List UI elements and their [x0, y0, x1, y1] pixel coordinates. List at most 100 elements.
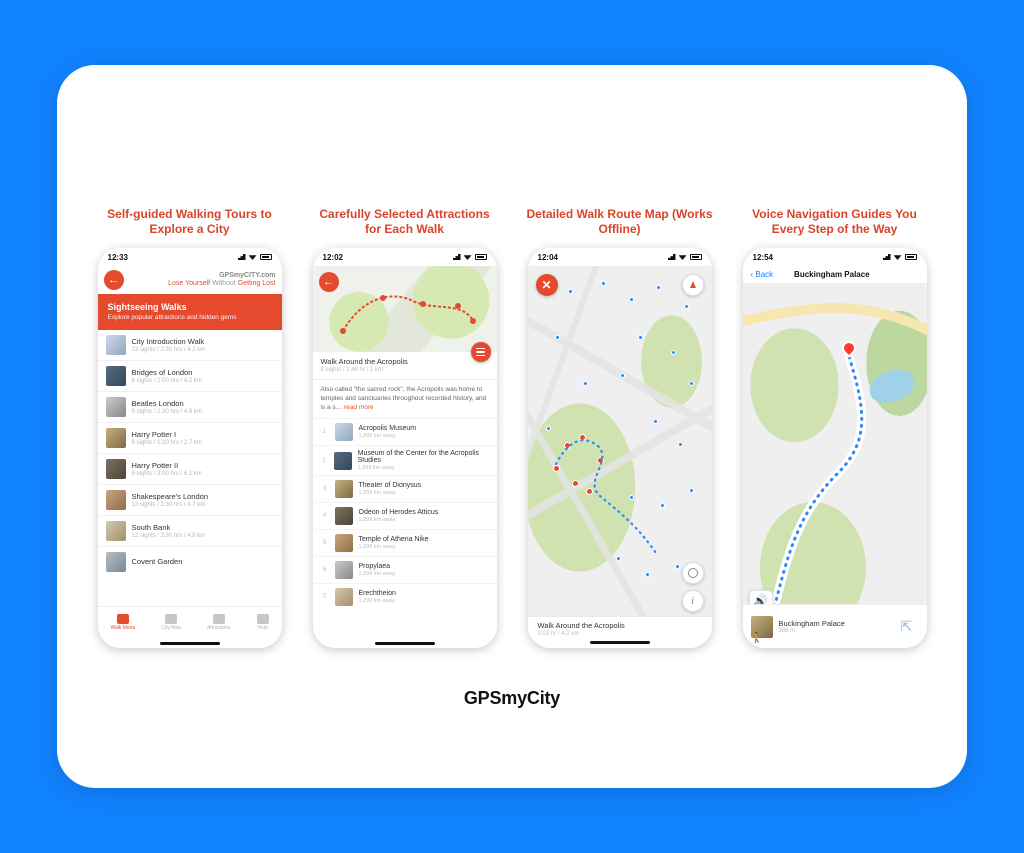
- route-line-icon: [313, 266, 497, 352]
- attraction-meta: 1,299 km away: [359, 517, 439, 523]
- list-item[interactable]: 4Odeon of Herodes Atticus1,299 km away: [313, 502, 497, 529]
- tab-help[interactable]: Help: [257, 614, 269, 631]
- attraction-thumb: [335, 507, 353, 525]
- attraction-meta: 1,299 km away: [359, 490, 422, 496]
- list-item[interactable]: City Introduction Walk13 sights / 2:30 h…: [98, 330, 282, 360]
- list-item[interactable]: 1Acropolis Museum1,299 km away: [313, 418, 497, 445]
- walk-name: Harry Potter I: [132, 430, 202, 439]
- attraction-thumb: [335, 588, 353, 606]
- locate-button[interactable]: [682, 562, 704, 584]
- tab-attractions[interactable]: Attractions: [207, 614, 231, 631]
- destination-bottom-bar[interactable]: Buckingham Palace 386 m ⇱ 🚶: [743, 604, 927, 648]
- signal-icon: [666, 254, 676, 260]
- route-map[interactable]: ✕ i: [528, 266, 712, 648]
- status-bar: 12:54: [743, 248, 927, 266]
- walk-name: Shakespeare's London: [132, 492, 209, 501]
- brand-url: GPSmyCITY.com: [130, 272, 276, 280]
- attraction-meta: 1,299 km away: [358, 465, 489, 471]
- walk-name: City Introduction Walk: [132, 337, 206, 346]
- list-item[interactable]: Bridges of London8 sights / 2:00 hrs / 4…: [98, 360, 282, 391]
- back-button[interactable]: ←: [104, 270, 124, 290]
- feature-card: Self-guided Walking Tours to Explore a C…: [57, 65, 967, 788]
- back-link[interactable]: ‹ Back: [751, 270, 774, 279]
- status-time: 12:33: [108, 253, 128, 262]
- walk-title-bar: Walk Around the Acropolis 8 sights / 2:4…: [313, 352, 497, 380]
- tab-city-map[interactable]: City Map: [161, 614, 181, 631]
- home-indicator[interactable]: [375, 642, 435, 645]
- attraction-name: Odeon of Herodes Atticus: [359, 509, 439, 516]
- list-item[interactable]: Shakespeare's London13 sights / 2:30 hrs…: [98, 484, 282, 515]
- tab-walk-menu[interactable]: Walk Menu: [110, 614, 135, 631]
- attraction-meta: 1,299 km away: [359, 433, 417, 439]
- phone-3-wrap: Detailed Walk Route Map (Works Offline) …: [522, 204, 717, 648]
- phone-2: 12:02 ← Walk Around the Acropolis 8 sigh…: [313, 248, 497, 648]
- phone-4-wrap: Voice Navigation Guides You Every Step o…: [737, 204, 932, 648]
- read-more-link[interactable]: read more: [344, 404, 374, 411]
- walk-description: Also called "the sacred rock", the Acrop…: [313, 380, 497, 418]
- walk-name: Covent Garden: [132, 557, 183, 566]
- list-item[interactable]: 6Propylaea1,299 km away: [313, 556, 497, 583]
- attraction-name: Theater of Dionysus: [359, 482, 422, 489]
- walk-thumb: [106, 552, 126, 572]
- home-indicator[interactable]: [160, 642, 220, 645]
- walk-meta: 6 sights / 1:30 hrs / 2.7 km: [132, 440, 202, 446]
- nav-bar: ‹ Back Buckingham Palace: [743, 266, 927, 283]
- bottom-meta: 3:02 hr / 4.2 km: [538, 631, 702, 637]
- status-icons: [236, 254, 272, 260]
- list-item[interactable]: 2Museum of the Center for the Acropolis …: [313, 445, 497, 475]
- walk-meta: 13 sights / 2:30 hrs / 4.7 km: [132, 502, 209, 508]
- status-bar: 12:33: [98, 248, 282, 266]
- list-item[interactable]: Covent Garden: [98, 546, 282, 577]
- status-time: 12:02: [323, 253, 343, 262]
- bottom-title: Walk Around the Acropolis: [538, 621, 702, 630]
- list-item[interactable]: 7Erechtheion1,299 km away: [313, 583, 497, 610]
- list-item[interactable]: Harry Potter II8 sights / 3:00 hrs / 6.1…: [98, 453, 282, 484]
- walk-meta: 12 sights / 2:30 hrs / 4.8 km: [132, 533, 206, 539]
- attraction-thumb: [335, 423, 353, 441]
- walk-name: Bridges of London: [132, 368, 202, 377]
- phone-2-wrap: Carefully Selected Attractions for Each …: [307, 204, 502, 648]
- status-bar: 12:02: [313, 248, 497, 266]
- list-item[interactable]: 5Temple of Athena Nike1,299 km away: [313, 529, 497, 556]
- status-icons: [666, 254, 702, 260]
- directions-icon[interactable]: ⇱: [901, 618, 919, 636]
- phones-row: Self-guided Walking Tours to Explore a C…: [57, 204, 967, 648]
- info-button[interactable]: i: [682, 590, 704, 612]
- signal-icon: [451, 254, 461, 260]
- signal-icon: [236, 254, 246, 260]
- nav-title: Buckingham Palace: [773, 270, 890, 279]
- caption-2: Carefully Selected Attractions for Each …: [307, 204, 502, 240]
- attractions-list[interactable]: 1Acropolis Museum1,299 km away 2Museum o…: [313, 418, 497, 638]
- list-item[interactable]: Beatles London9 sights / 2:30 hrs / 4.9 …: [98, 391, 282, 422]
- status-bar: 12:04: [528, 248, 712, 266]
- attraction-thumb: [335, 480, 353, 498]
- roads-icon: [743, 283, 927, 613]
- category-banner[interactable]: Sightseeing Walks Explore popular attrac…: [98, 294, 282, 330]
- help-icon: [257, 614, 269, 624]
- tab-bar: Walk Menu City Map Attractions Help: [98, 606, 282, 638]
- attractions-icon: [213, 614, 225, 624]
- wifi-icon: [249, 254, 257, 260]
- navigation-map[interactable]: 🔊 Buckingham Palace 386 m ⇱ 🚶: [743, 283, 927, 648]
- walk-bottom-bar[interactable]: Walk Around the Acropolis 3:02 hr / 4.2 …: [528, 616, 712, 648]
- phone-1: 12:33 ← GPSmyCITY.com Lose Yourself With…: [98, 248, 282, 648]
- walk-menu-icon: [117, 614, 129, 624]
- status-time: 12:04: [538, 253, 558, 262]
- walk-thumb: [106, 459, 126, 479]
- walks-list[interactable]: City Introduction Walk 13 sights / 2:30 h…: [98, 330, 282, 606]
- home-indicator[interactable]: [590, 641, 650, 644]
- attraction-thumb: [335, 561, 353, 579]
- map-toolbar: i: [682, 562, 704, 612]
- attraction-thumb: [335, 534, 353, 552]
- attraction-name: Temple of Athena Nike: [359, 536, 429, 543]
- walk-preview-map[interactable]: ←: [313, 266, 497, 352]
- menu-fab[interactable]: [471, 342, 491, 362]
- attraction-name: Propylaea: [359, 563, 396, 570]
- attraction-name: Erechtheion: [359, 590, 396, 597]
- list-item[interactable]: Harry Potter I6 sights / 1:30 hrs / 2.7 …: [98, 422, 282, 453]
- attraction-thumb: [334, 452, 352, 470]
- list-item[interactable]: South Bank12 sights / 2:30 hrs / 4.8 km: [98, 515, 282, 546]
- list-item[interactable]: 3Theater of Dionysus1,299 km away: [313, 475, 497, 502]
- attraction-meta: 1,299 km away: [359, 571, 396, 577]
- battery-icon: [475, 254, 487, 260]
